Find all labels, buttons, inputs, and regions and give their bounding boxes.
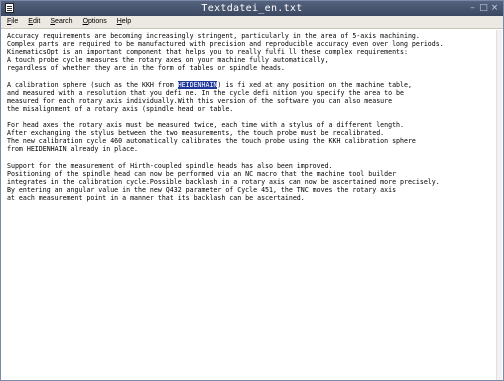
- menu-file-label: ile: [11, 18, 19, 25]
- text-line: the misalignment of a rotary axis (spind…: [7, 104, 234, 113]
- text-line: A calibration sphere (such as the KKH fr…: [7, 80, 495, 89]
- text-segment: ) is fi xed at any position on the machi…: [217, 80, 412, 89]
- menu-edit-label: dit: [32, 18, 41, 25]
- menu-options-label: ptions: [88, 18, 107, 25]
- menu-bar: File Edit Search Options Help: [1, 16, 503, 29]
- text-line: and measured with a resolution that you …: [7, 88, 404, 97]
- selected-text[interactable]: HEIDENHAIN: [177, 80, 218, 89]
- text-line: The new calibration cycle 460 automatica…: [7, 137, 416, 146]
- title-bar[interactable]: Textdatei_en.txt – □ ×: [1, 1, 503, 16]
- text-line-empty: [7, 153, 495, 161]
- text-line: After exchanging the stylus between the …: [7, 129, 385, 138]
- text-line: regardless of whether they are in the fo…: [7, 64, 285, 73]
- minimize-button[interactable]: –: [467, 3, 478, 14]
- text-line-empty: [7, 113, 495, 121]
- text-line: at each measurement point in a manner th…: [7, 193, 305, 202]
- text-segment: A calibration sphere (such as the KKH fr…: [7, 80, 178, 89]
- text-line-empty: [7, 72, 495, 80]
- text-line: Accuracy requirements are becoming incre…: [7, 32, 420, 40]
- text-line: Positioning of the spindle head can now …: [7, 169, 397, 178]
- menu-options[interactable]: Options: [83, 16, 107, 28]
- close-button[interactable]: ×: [489, 3, 500, 14]
- editor-window: Textdatei_en.txt – □ × File Edit Search …: [0, 0, 504, 381]
- menu-edit[interactable]: Edit: [28, 16, 40, 28]
- menu-search-label: earch: [55, 18, 73, 25]
- text-line: from HEIDENHAIN already in place.: [7, 145, 139, 154]
- vertical-scrollbar[interactable]: [496, 30, 502, 380]
- text-line: By entering an angular value in the new …: [7, 185, 397, 194]
- text-line: Complex parts are required to be manufac…: [7, 40, 444, 49]
- text-line: A touch probe cycle measures the rotary …: [7, 56, 329, 65]
- menu-help[interactable]: Help: [117, 16, 131, 28]
- text-line: KinematicsOpt is an important component …: [7, 48, 408, 57]
- menu-help-label: elp: [121, 18, 132, 25]
- menu-file[interactable]: File: [7, 16, 18, 28]
- text-editor-area[interactable]: Accuracy requirements are becoming incre…: [7, 32, 495, 372]
- text-line: For head axes the rotary axis must be me…: [7, 121, 404, 130]
- text-line: Support for the measurement of Hirth-cou…: [7, 161, 333, 170]
- text-line: measured for each rotary axis individual…: [7, 96, 393, 105]
- menu-search[interactable]: Search: [50, 16, 72, 28]
- text-line: integrates in the calibration cycle.Poss…: [7, 177, 440, 186]
- maximize-button[interactable]: □: [478, 3, 489, 14]
- window-title: Textdatei_en.txt: [201, 3, 303, 14]
